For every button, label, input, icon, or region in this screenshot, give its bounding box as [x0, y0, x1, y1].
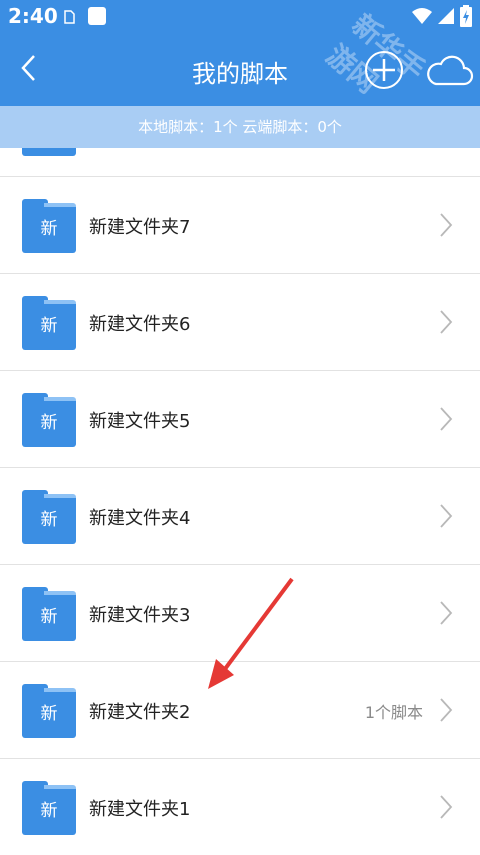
folder-row-partial[interactable]	[0, 148, 480, 177]
chevron-right-icon	[440, 407, 453, 431]
chevron-right-icon	[440, 698, 453, 722]
folder-icon: 新	[22, 393, 76, 447]
folder-row[interactable]: 新 新建文件夹7	[0, 177, 480, 274]
battery-charging-icon	[460, 5, 472, 27]
app-header: 我的脚本	[0, 34, 480, 106]
chevron-right-icon	[440, 795, 453, 819]
folder-icon: 新	[22, 587, 76, 641]
folder-row[interactable]: 新 新建文件夹4	[0, 468, 480, 565]
status-time: 2:40	[8, 4, 58, 28]
notification-square-icon	[88, 7, 106, 25]
folder-script-count: 1个脚本	[364, 703, 423, 722]
folder-icon-label: 新	[22, 498, 76, 544]
folder-name: 新建文件夹7	[89, 217, 191, 238]
app-top-area: 2:40 我的脚本	[0, 0, 480, 106]
folder-row[interactable]: 新 新建文件夹1	[0, 759, 480, 855]
chevron-right-icon	[440, 601, 453, 625]
folder-icon: 新	[22, 490, 76, 544]
wifi-icon	[412, 8, 432, 24]
status-bar: 2:40	[0, 0, 480, 34]
folder-name: 新建文件夹2	[89, 702, 191, 723]
folder-icon-label: 新	[22, 304, 76, 350]
folder-row[interactable]: 新 新建文件夹6	[0, 274, 480, 371]
sim-card-icon	[64, 10, 75, 24]
folder-icon: 新	[22, 781, 76, 835]
folder-icon: 新	[22, 296, 76, 350]
folder-list: 新 新建文件夹7 新 新建文件夹6 新 新建文件夹5 新 新建文件夹4 新 新建…	[0, 148, 480, 855]
folder-icon-label: 新	[22, 207, 76, 253]
script-summary-bar: 本地脚本：1个 云端脚本：0个	[0, 106, 480, 148]
chevron-right-icon	[440, 310, 453, 334]
folder-row[interactable]: 新 新建文件夹2 1个脚本	[0, 662, 480, 759]
folder-name: 新建文件夹3	[89, 605, 191, 626]
folder-icon: 新	[22, 684, 76, 738]
folder-name: 新建文件夹5	[89, 411, 191, 432]
chevron-right-icon	[440, 504, 453, 528]
folder-icon-label: 新	[22, 692, 76, 738]
folder-icon: 新	[22, 199, 76, 253]
page-title: 我的脚本	[192, 60, 288, 88]
folder-icon-label: 新	[22, 595, 76, 641]
folder-icon	[22, 148, 76, 156]
folder-row[interactable]: 新 新建文件夹3	[0, 565, 480, 662]
folder-name: 新建文件夹6	[89, 314, 191, 335]
folder-icon-label: 新	[22, 789, 76, 835]
chevron-right-icon	[440, 213, 453, 237]
signal-icon	[438, 8, 454, 24]
folder-row[interactable]: 新 新建文件夹5	[0, 371, 480, 468]
folder-name: 新建文件夹4	[89, 508, 191, 529]
folder-icon-label: 新	[22, 401, 76, 447]
add-plus-circle-icon[interactable]	[364, 50, 404, 90]
folder-name: 新建文件夹1	[89, 799, 191, 820]
cloud-icon[interactable]	[424, 52, 474, 88]
